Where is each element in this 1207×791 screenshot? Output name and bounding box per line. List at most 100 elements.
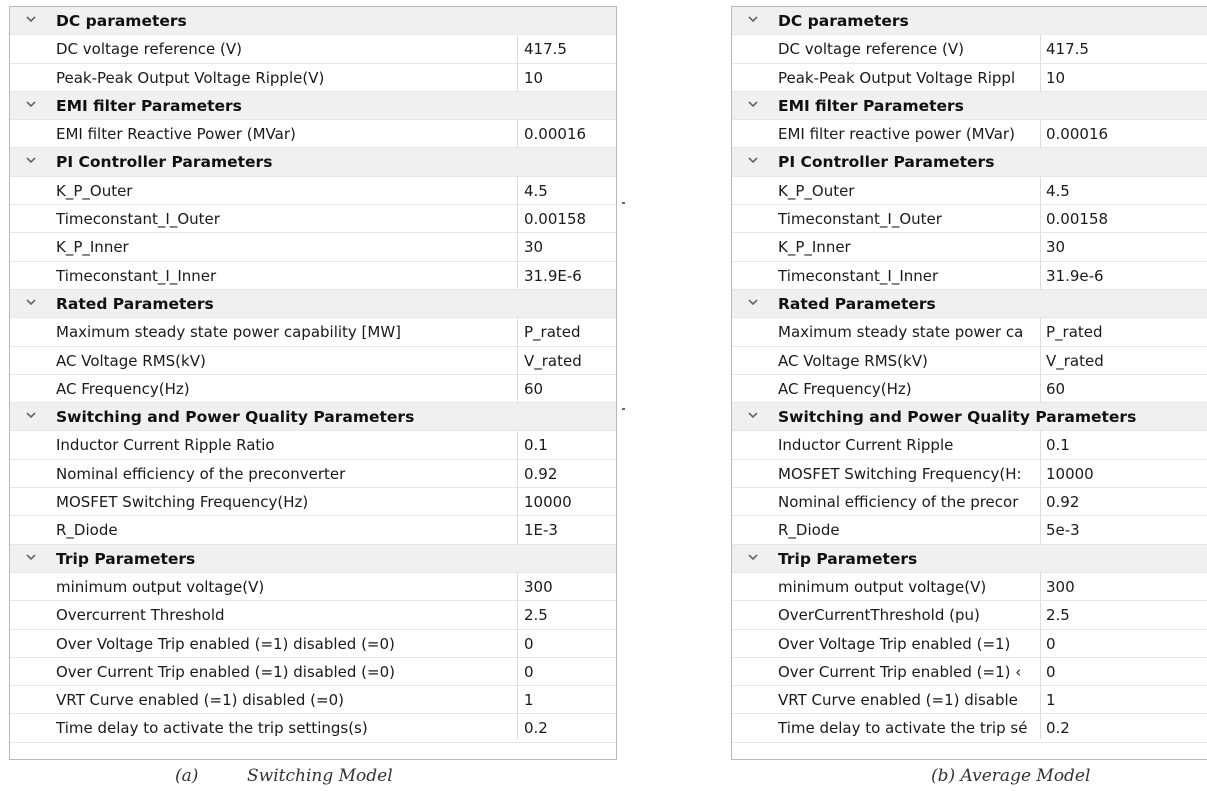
property-row[interactable]: Maximum steady state power capability [M… <box>10 318 616 347</box>
property-value[interactable]: 0.2 <box>1046 714 1206 742</box>
property-value[interactable]: 0 <box>1046 630 1206 658</box>
property-row[interactable]: Nominal efficiency of the preconverter 0.… <box>10 460 616 489</box>
property-row[interactable]: MOSFET Switching Frequency(Hz) 10000 <box>10 488 616 517</box>
property-value[interactable]: V_rated <box>1046 347 1206 375</box>
property-value[interactable]: 4.5 <box>524 177 612 205</box>
property-value[interactable]: 1 <box>524 686 612 714</box>
section-header-dc-parameters[interactable]: DC parameters <box>732 7 1207 36</box>
section-header-emi-filter-parameters[interactable]: EMI filter Parameters <box>732 91 1207 121</box>
property-row[interactable]: AC Voltage RMS(kV) V_rated <box>732 347 1207 375</box>
chevron-down-icon[interactable] <box>746 296 760 310</box>
property-value[interactable]: 0.00016 <box>1046 120 1206 148</box>
property-value[interactable]: 2.5 <box>1046 601 1206 629</box>
property-value[interactable]: 417.5 <box>1046 35 1206 63</box>
section-header-trip-parameters[interactable]: Trip Parameters <box>10 544 616 573</box>
property-row[interactable]: Nominal efficiency of the precor 0.92 <box>732 488 1207 517</box>
property-value[interactable]: 60 <box>524 375 612 403</box>
section-header-switching-and-power-quality-parameters[interactable]: Switching and Power Quality Parameters <box>732 403 1207 432</box>
chevron-down-icon[interactable] <box>24 154 38 168</box>
property-row[interactable]: R_Diode 5e-3 <box>732 516 1207 545</box>
section-header-pi-controller-parameters[interactable]: PI Controller Parameters <box>10 148 616 177</box>
section-header-dc-parameters[interactable]: DC parameters <box>10 7 616 36</box>
section-header-trip-parameters[interactable]: Trip Parameters <box>732 544 1207 573</box>
property-row[interactable]: Over Current Trip enabled (=1) disabled … <box>10 658 616 687</box>
property-value[interactable]: 10000 <box>524 488 612 516</box>
property-row[interactable]: Timeconstant_I_Inner 31.9E-6 <box>10 262 616 290</box>
section-header-pi-controller-parameters[interactable]: PI Controller Parameters <box>732 148 1207 177</box>
property-value[interactable]: 31.9e-6 <box>1046 262 1206 290</box>
property-value[interactable]: 300 <box>524 573 612 601</box>
property-row[interactable]: Peak-Peak Output Voltage Rippl 10 <box>732 64 1207 92</box>
property-row[interactable]: Timeconstant_I_Inner 31.9e-6 <box>732 262 1207 290</box>
property-row[interactable]: AC Frequency(Hz) 60 <box>10 375 616 404</box>
property-value[interactable]: 0.2 <box>524 714 612 742</box>
property-row[interactable]: Maximum steady state power ca P_rated <box>732 318 1207 347</box>
chevron-down-icon[interactable] <box>24 551 38 565</box>
property-value[interactable]: 0.1 <box>1046 431 1206 459</box>
property-row[interactable]: AC Voltage RMS(kV) V_rated <box>10 347 616 375</box>
property-row[interactable]: EMI filter reactive power (MVar) 0.00016 <box>732 120 1207 149</box>
property-row[interactable]: Time delay to activate the trip settings… <box>10 714 616 743</box>
property-value[interactable]: 10 <box>524 64 612 92</box>
property-row[interactable]: Time delay to activate the trip sé 0.2 <box>732 714 1207 743</box>
property-value[interactable]: 300 <box>1046 573 1206 601</box>
property-row[interactable]: Inductor Current Ripple Ratio 0.1 <box>10 431 616 460</box>
property-value[interactable]: V_rated <box>524 347 612 375</box>
property-row[interactable]: VRT Curve enabled (=1) disable 1 <box>732 686 1207 715</box>
property-row[interactable]: Inductor Current Ripple 0.1 <box>732 431 1207 460</box>
property-value[interactable]: 0.92 <box>1046 488 1206 516</box>
property-value[interactable]: 417.5 <box>524 35 612 63</box>
property-value[interactable]: 60 <box>1046 375 1206 403</box>
section-header-emi-filter-parameters[interactable]: EMI filter Parameters <box>10 91 616 121</box>
chevron-down-icon[interactable] <box>24 409 38 423</box>
property-row[interactable]: minimum output voltage(V) 300 <box>10 573 616 602</box>
section-header-rated-parameters[interactable]: Rated Parameters <box>10 289 616 319</box>
property-value[interactable]: 0.00158 <box>1046 205 1206 233</box>
property-row[interactable]: K_P_Outer 4.5 <box>732 177 1207 206</box>
property-row[interactable]: OverCurrentThreshold (pu) 2.5 <box>732 601 1207 630</box>
property-row[interactable]: DC voltage reference (V) 417.5 <box>10 35 616 64</box>
property-value[interactable]: 0.00158 <box>524 205 612 233</box>
property-row[interactable]: DC voltage reference (V) 417.5 <box>732 35 1207 64</box>
property-row[interactable]: EMI filter Reactive Power (MVar) 0.00016 <box>10 120 616 149</box>
chevron-down-icon[interactable] <box>746 409 760 423</box>
property-row[interactable]: MOSFET Switching Frequency(H: 10000 <box>732 460 1207 489</box>
property-value[interactable]: 30 <box>1046 233 1206 261</box>
property-row[interactable]: AC Frequency(Hz) 60 <box>732 375 1207 404</box>
chevron-down-icon[interactable] <box>746 13 760 27</box>
property-value[interactable]: 2.5 <box>524 601 612 629</box>
section-header-switching-and-power-quality-parameters[interactable]: Switching and Power Quality Parameters <box>10 403 616 432</box>
section-header-rated-parameters[interactable]: Rated Parameters <box>732 289 1207 319</box>
chevron-down-icon[interactable] <box>24 296 38 310</box>
property-row[interactable]: Over Current Trip enabled (=1) ‹ 0 <box>732 658 1207 687</box>
property-row[interactable]: R_Diode 1E-3 <box>10 516 616 545</box>
property-value[interactable]: 10000 <box>1046 460 1206 488</box>
property-value[interactable]: 0.92 <box>524 460 612 488</box>
property-value[interactable]: 10 <box>1046 64 1206 92</box>
property-value[interactable]: 0.00016 <box>524 120 612 148</box>
property-row[interactable]: Peak-Peak Output Voltage Ripple(V) 10 <box>10 64 616 92</box>
property-value[interactable]: 1E-3 <box>524 516 612 544</box>
property-row[interactable]: K_P_Inner 30 <box>10 233 616 262</box>
chevron-down-icon[interactable] <box>746 154 760 168</box>
chevron-down-icon[interactable] <box>24 98 38 112</box>
property-value[interactable]: P_rated <box>1046 318 1206 346</box>
property-value[interactable]: 0 <box>524 658 612 686</box>
property-value[interactable]: 0 <box>1046 658 1206 686</box>
property-value[interactable]: 30 <box>524 233 612 261</box>
property-row[interactable]: Timeconstant_I_Outer 0.00158 <box>10 205 616 234</box>
property-row[interactable]: minimum output voltage(V) 300 <box>732 573 1207 602</box>
chevron-down-icon[interactable] <box>24 13 38 27</box>
property-value[interactable]: 5e-3 <box>1046 516 1206 544</box>
property-value[interactable]: 4.5 <box>1046 177 1206 205</box>
chevron-down-icon[interactable] <box>746 551 760 565</box>
property-row[interactable]: Over Voltage Trip enabled (=1) disabled … <box>10 630 616 658</box>
property-row[interactable]: Overcurrent Threshold 2.5 <box>10 601 616 630</box>
property-value[interactable]: 0.1 <box>524 431 612 459</box>
property-value[interactable]: 1 <box>1046 686 1206 714</box>
property-row[interactable]: K_P_Outer 4.5 <box>10 177 616 206</box>
property-row[interactable]: VRT Curve enabled (=1) disabled (=0) 1 <box>10 686 616 715</box>
property-value[interactable]: 31.9E-6 <box>524 262 612 290</box>
property-row[interactable]: Over Voltage Trip enabled (=1) 0 <box>732 630 1207 658</box>
chevron-down-icon[interactable] <box>746 98 760 112</box>
